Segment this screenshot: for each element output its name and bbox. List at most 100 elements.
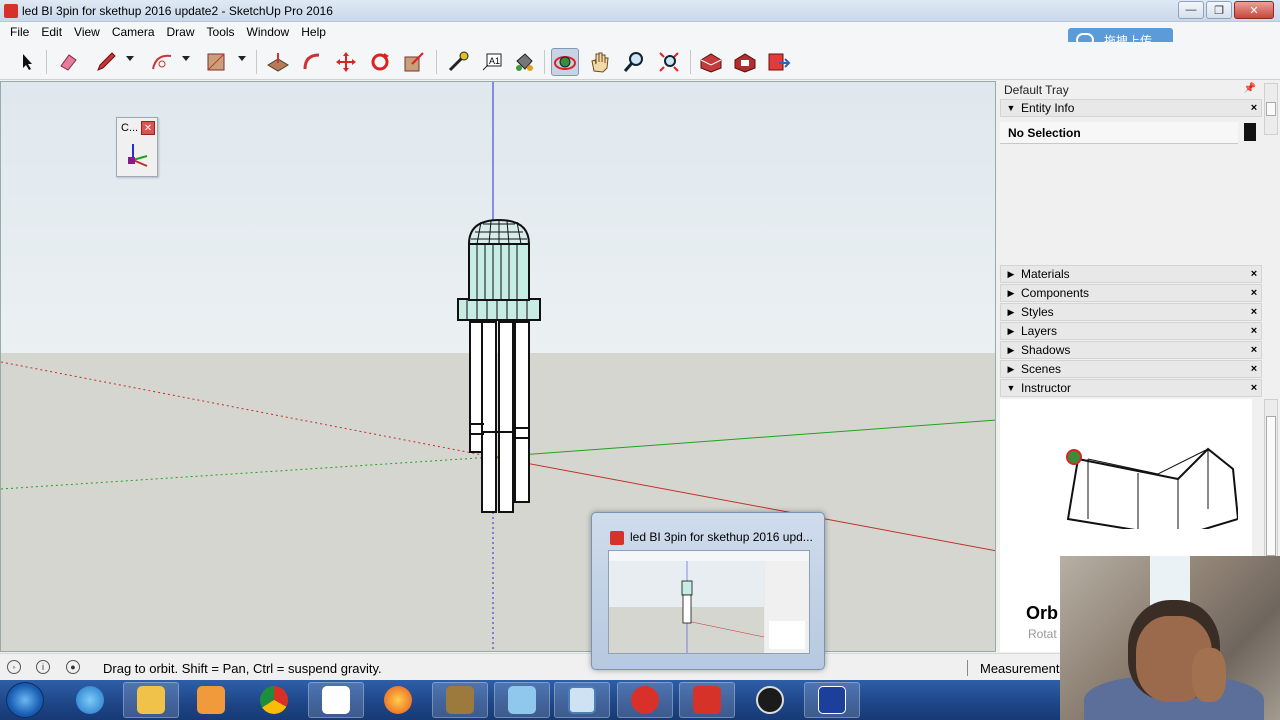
zoom-extents-icon[interactable]	[655, 48, 683, 76]
panel-close-icon[interactable]: ×	[1247, 325, 1261, 337]
red-axis-negative	[1, 361, 494, 458]
panel-close-icon[interactable]: ×	[1247, 344, 1261, 356]
status-message: Drag to orbit. Shift = Pan, Ctrl = suspe…	[103, 661, 382, 676]
maximize-button[interactable]: ❐	[1206, 1, 1232, 19]
zoom-icon[interactable]	[620, 48, 648, 76]
menu-file[interactable]: File	[4, 25, 35, 39]
menu-draw[interactable]: Draw	[161, 25, 201, 39]
instructor-scrollbar-thumb[interactable]	[1266, 416, 1276, 556]
collapsed-triangle-icon: ▶	[1007, 344, 1015, 355]
status-divider	[967, 660, 968, 676]
minimize-button[interactable]: —	[1178, 1, 1204, 19]
obs-icon[interactable]	[742, 682, 798, 718]
send-to-layout-icon[interactable]	[765, 48, 793, 76]
panel-entity-info-label: Entity Info	[1021, 101, 1075, 115]
menu-camera[interactable]: Camera	[106, 25, 161, 39]
panel-close-icon[interactable]: ×	[1247, 306, 1261, 318]
user-icon[interactable]: ●	[66, 660, 80, 674]
menu-tools[interactable]: Tools	[201, 25, 241, 39]
extension-warehouse-icon[interactable]	[731, 48, 759, 76]
axes-window-close-button[interactable]: ✕	[141, 121, 155, 135]
webcam-overlay	[1060, 556, 1280, 720]
window-controls: — ❐ ✕	[1178, 1, 1274, 19]
window-title: led BI 3pin for skethup 2016 update2 - S…	[22, 4, 333, 18]
panel-instructor[interactable]: ▼ Instructor ×	[1000, 379, 1262, 397]
led-pin	[498, 321, 514, 513]
measurements-label: Measurement	[980, 661, 1060, 676]
sketchup-icon[interactable]	[679, 682, 735, 718]
webcam-person-hand	[1192, 648, 1226, 702]
tray-pin-icon[interactable]: 📌	[1244, 83, 1256, 94]
collapsed-triangle-icon: ▶	[1007, 268, 1015, 279]
tape-measure-icon[interactable]	[444, 48, 472, 76]
collapsed-triangle-icon: ▶	[1007, 325, 1015, 336]
panel-entity-info[interactable]: ▼ Entity Info ×	[1000, 99, 1262, 117]
axes-tool-icon[interactable]	[117, 138, 157, 174]
arc-icon[interactable]	[148, 48, 176, 76]
panel-scenes[interactable]: ▶ Scenes ×	[1000, 360, 1262, 378]
pencil-icon[interactable]	[92, 48, 120, 76]
taskbar-thumbnail-preview[interactable]: led BI 3pin for skethup 2016 upd...	[591, 512, 825, 670]
select-icon[interactable]	[14, 48, 42, 76]
archive-icon[interactable]	[432, 682, 488, 718]
screenshot-icon[interactable]	[554, 682, 610, 718]
tray-scrollbar-thumb[interactable]	[1266, 102, 1276, 116]
menu-view[interactable]: View	[68, 25, 106, 39]
panel-label: Materials	[1021, 267, 1070, 281]
baidu-cloud-icon[interactable]	[308, 682, 364, 718]
eraser-icon[interactable]	[54, 48, 82, 76]
menu-window[interactable]: Window	[241, 25, 296, 39]
media-player-icon[interactable]	[183, 682, 239, 718]
push-pull-icon[interactable]	[264, 48, 292, 76]
pan-icon[interactable]	[586, 48, 614, 76]
entity-info-toggle-icon[interactable]	[1244, 123, 1256, 141]
panel-close-icon[interactable]: ×	[1247, 268, 1261, 280]
green-axis	[492, 419, 995, 458]
notepad-icon[interactable]	[494, 682, 550, 718]
collapsed-triangle-icon: ▶	[1007, 363, 1015, 374]
warehouse-icon[interactable]	[697, 48, 725, 76]
tray-scrollbar[interactable]	[1264, 83, 1278, 135]
paint-bucket-icon[interactable]	[510, 48, 538, 76]
menu-help[interactable]: Help	[295, 25, 332, 39]
presentation-icon[interactable]	[617, 682, 673, 718]
firefox-icon[interactable]	[370, 682, 426, 718]
panel-components[interactable]: ▶ Components ×	[1000, 284, 1262, 302]
panel-label: Styles	[1021, 305, 1054, 319]
close-button[interactable]: ✕	[1234, 1, 1274, 19]
rectangle-icon[interactable]	[202, 48, 230, 76]
geolocation-icon[interactable]: ◦	[7, 660, 21, 674]
scale-icon[interactable]	[400, 48, 428, 76]
panel-close-icon[interactable]: ×	[1247, 363, 1261, 375]
entity-selection-status: No Selection	[1000, 122, 1238, 144]
panel-close-icon[interactable]: ×	[1247, 287, 1261, 299]
shapes-dropdown-icon[interactable]	[238, 56, 246, 61]
follow-me-icon[interactable]	[298, 48, 326, 76]
panel-materials[interactable]: ▶ Materials ×	[1000, 265, 1262, 283]
panel-styles[interactable]: ▶ Styles ×	[1000, 303, 1262, 321]
sketchup-app-icon	[610, 531, 624, 545]
instructor-subheading: Rotat	[1028, 627, 1057, 641]
move-icon[interactable]	[332, 48, 360, 76]
panel-label: Shadows	[1021, 343, 1071, 357]
start-button[interactable]	[6, 682, 44, 718]
panel-shadows[interactable]: ▶ Shadows ×	[1000, 341, 1262, 359]
credits-icon[interactable]: i	[36, 660, 50, 674]
panel-layers[interactable]: ▶ Layers ×	[1000, 322, 1262, 340]
file-explorer-icon[interactable]	[123, 682, 179, 718]
instructor-scrollbar[interactable]	[1264, 399, 1278, 559]
pencil-dropdown-icon[interactable]	[126, 56, 134, 61]
panel-close-icon[interactable]: ×	[1247, 102, 1261, 114]
orbit-icon[interactable]	[551, 48, 579, 76]
instructor-heading: Orb	[1026, 603, 1059, 623]
panel-label: Components	[1021, 286, 1090, 300]
axes-toolbar-window[interactable]: C... ✕	[116, 117, 158, 177]
isis-icon[interactable]	[804, 682, 860, 718]
internet-explorer-icon[interactable]	[62, 682, 118, 718]
menu-edit[interactable]: Edit	[35, 25, 68, 39]
text-icon[interactable]: A1	[478, 48, 506, 76]
rotate-icon[interactable]	[366, 48, 394, 76]
panel-close-icon[interactable]: ×	[1247, 382, 1261, 394]
arc-dropdown-icon[interactable]	[182, 56, 190, 61]
chrome-icon[interactable]	[246, 682, 302, 718]
